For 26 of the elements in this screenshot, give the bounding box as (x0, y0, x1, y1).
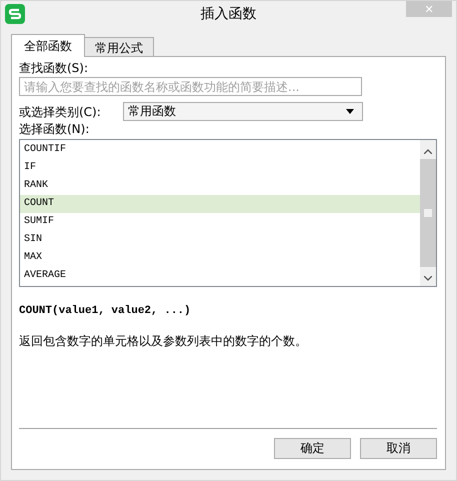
function-item[interactable]: SUMIF (20, 213, 420, 231)
function-item[interactable]: AVERAGE (20, 267, 420, 285)
scroll-up-icon[interactable] (424, 149, 432, 154)
function-list-label: 选择函数(N): (19, 121, 90, 137)
search-field[interactable]: 请输入您要查找的函数名称或函数功能的简要描述... (19, 77, 362, 96)
ok-button[interactable]: 确定 (274, 438, 351, 459)
function-item[interactable]: MAX (20, 249, 420, 267)
app-logo-icon (5, 4, 25, 24)
scroll-thumb[interactable] (424, 209, 432, 217)
cancel-button[interactable]: 取消 (360, 438, 437, 459)
search-label: 查找函数(S): (19, 60, 90, 76)
function-item[interactable]: COUNT (20, 195, 420, 213)
category-dropdown[interactable]: 常用函数 (123, 102, 363, 121)
scroll-down-icon[interactable] (424, 276, 432, 281)
function-description: 返回包含数字的单元格以及参数列表中的数字的个数。 (19, 333, 308, 350)
scrollbar[interactable] (420, 140, 436, 286)
window-title: 插入函数 (200, 5, 256, 23)
tab[interactable]: 常用公式 (84, 37, 154, 56)
tab[interactable]: 全部函数 (11, 34, 85, 57)
category-label: 或选择类别(C): (19, 104, 102, 120)
dropdown-arrow-icon (346, 109, 354, 114)
function-item[interactable]: COUNTIF (20, 141, 420, 159)
function-syntax: COUNT(value1, value2, ...) (19, 305, 192, 317)
function-item[interactable]: SIN (20, 231, 420, 249)
function-item[interactable]: IF (20, 159, 420, 177)
function-item[interactable]: RANK (20, 177, 420, 195)
